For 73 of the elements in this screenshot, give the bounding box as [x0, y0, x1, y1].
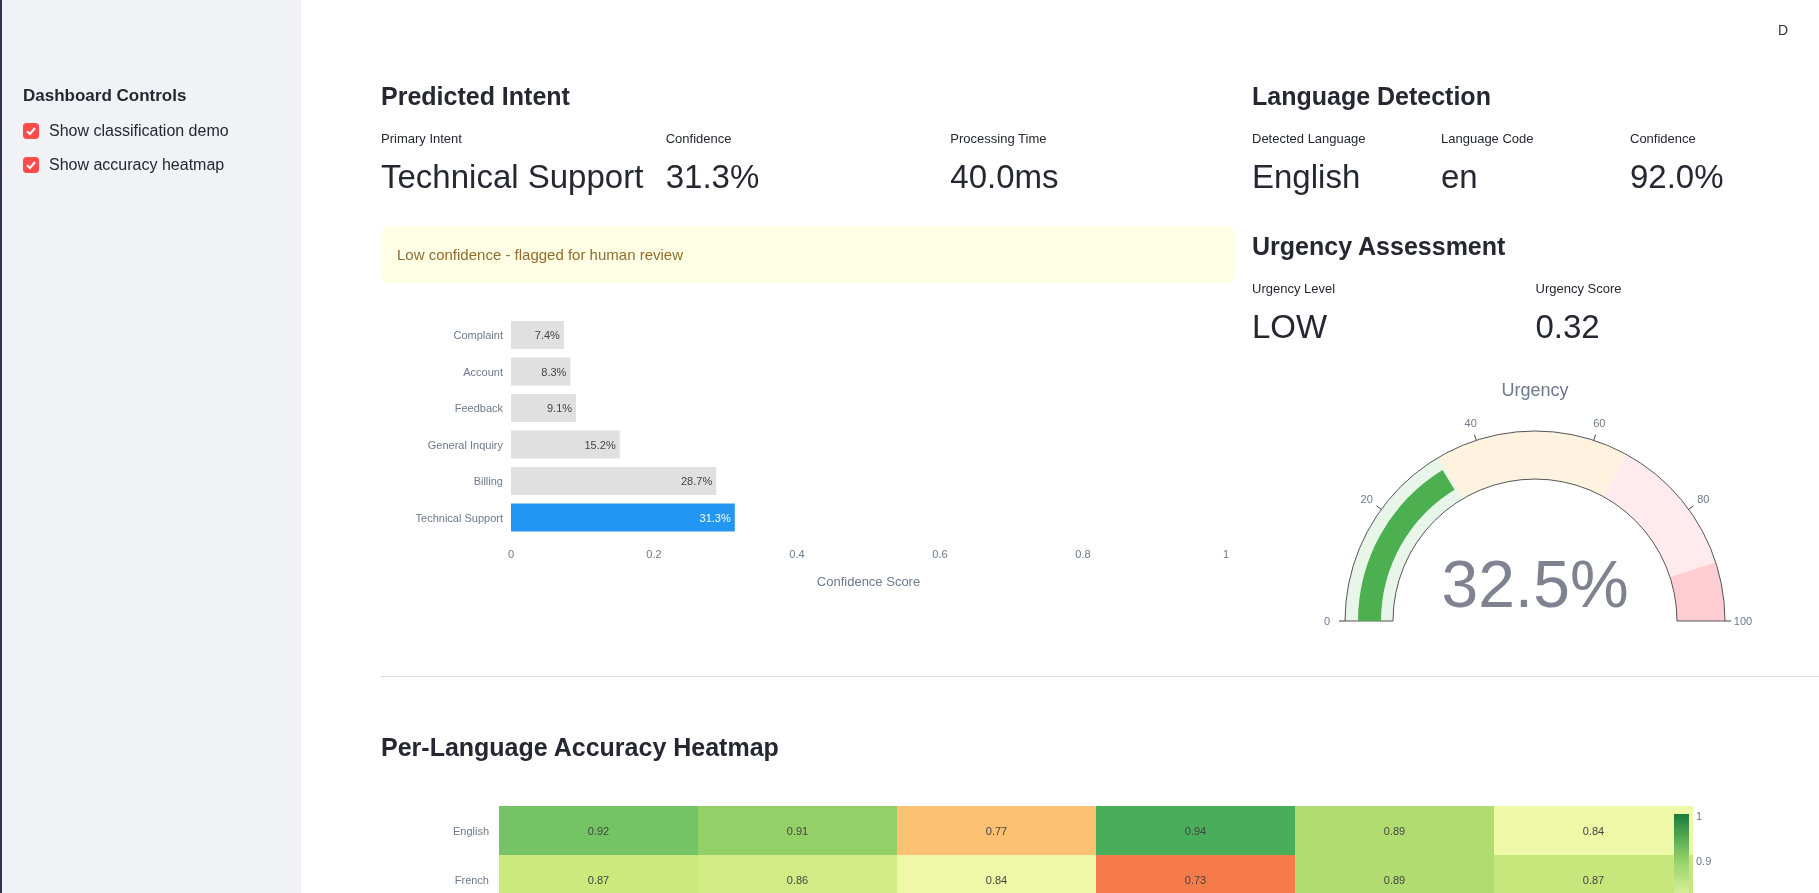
cell-value: 0.77	[985, 824, 1008, 837]
gauge-tick-label: 40	[1464, 417, 1477, 430]
cell-value: 0.87	[1582, 873, 1605, 886]
bar-value-label: 28.7%	[681, 475, 713, 487]
bar-value-label: 31.3%	[699, 511, 731, 524]
bar-value-label: 15.2%	[584, 438, 616, 451]
gauge-title: Urgency	[1501, 380, 1569, 400]
checkbox-label[interactable]: Show accuracy heatmap	[49, 156, 225, 174]
section-title: Per-Language Accuracy Heatmap	[381, 733, 780, 762]
category-label: Feedback	[454, 402, 503, 414]
axis-tick-label: 1	[1222, 548, 1230, 560]
metric-label: Confidence	[665, 131, 733, 146]
colorbar-tick-label: 1	[1696, 810, 1703, 822]
bar-value-label: 9.1%	[547, 402, 573, 414]
category-label: Technical Support	[415, 511, 503, 524]
cell-value: 0.92	[587, 824, 610, 837]
gauge-tick-label: 100	[1733, 615, 1753, 627]
cell-value: 0.89	[1383, 824, 1406, 837]
section-title: Predicted Intent	[381, 82, 571, 111]
metric-label: Primary Intent	[381, 131, 463, 146]
section-title: Urgency Assessment	[1252, 232, 1507, 261]
metric-label: Detected Language	[1252, 131, 1367, 146]
cell-value: 0.94	[1184, 824, 1207, 837]
bar-value-label: 8.3%	[541, 365, 567, 378]
row-label: French	[454, 873, 489, 886]
axis-tick-label: 0	[507, 548, 515, 560]
metric-label: Processing Time	[950, 131, 1048, 146]
cell-value: 0.86	[786, 873, 809, 886]
category-label: Account	[463, 365, 503, 378]
gauge-tick-label: 0	[1323, 615, 1331, 627]
cell-value: 0.87	[587, 873, 610, 886]
metric-value: 0.32	[1535, 308, 1601, 346]
row-label: English	[452, 824, 489, 837]
checkbox[interactable]	[23, 157, 39, 173]
warning-alert: Low confidence - flagged for human review	[381, 226, 1235, 283]
metric-value: 31.3%	[665, 158, 761, 196]
section-title: Language Detection	[1252, 82, 1492, 111]
metric-value: en	[1441, 158, 1479, 196]
gauge-tick-label: 60	[1593, 417, 1606, 430]
cell-value: 0.91	[786, 824, 809, 837]
axis-tick-label: 0.4	[789, 548, 805, 560]
checkbox[interactable]	[23, 123, 39, 139]
category-label: General Inquiry	[427, 438, 503, 451]
gauge-tick-label: 20	[1360, 492, 1373, 505]
category-label: Billing	[473, 475, 503, 487]
metric-value: English	[1252, 158, 1362, 196]
metric-value: LOW	[1252, 308, 1329, 346]
metric-label: Urgency Level	[1252, 281, 1337, 296]
cell-value: 0.84	[1582, 824, 1605, 837]
axis-tick-label: 0.6	[932, 548, 948, 560]
metric-label: Urgency Score	[1535, 281, 1623, 296]
axis-tick-label: 0.2	[646, 548, 662, 560]
bar	[511, 357, 571, 386]
sidebar-title: Dashboard Controls	[23, 86, 188, 106]
metric-value: Technical Support	[381, 158, 645, 196]
checkbox-label[interactable]: Show classification demo	[49, 122, 229, 140]
axis-title: Confidence Score	[816, 574, 921, 589]
deploy-button[interactable]: D	[1778, 22, 1789, 38]
colorbar-tick-label: 0.9	[1696, 855, 1712, 867]
gauge-value: 32.5%	[1441, 547, 1629, 621]
cell-value: 0.73	[1184, 873, 1207, 886]
bar-value-label: 7.4%	[534, 329, 560, 341]
category-label: Complaint	[453, 329, 503, 341]
bar	[511, 321, 564, 349]
metric-value: 92.0%	[1630, 158, 1725, 196]
metric-value: 40.0ms	[950, 158, 1060, 196]
gauge-tick-label: 80	[1697, 492, 1710, 505]
cell-value: 0.84	[985, 873, 1008, 886]
axis-tick-label: 0.8	[1075, 548, 1091, 560]
metric-label: Language Code	[1441, 131, 1535, 146]
cell-value: 0.89	[1383, 873, 1406, 886]
metric-label: Confidence	[1630, 131, 1697, 146]
bar	[511, 394, 577, 422]
